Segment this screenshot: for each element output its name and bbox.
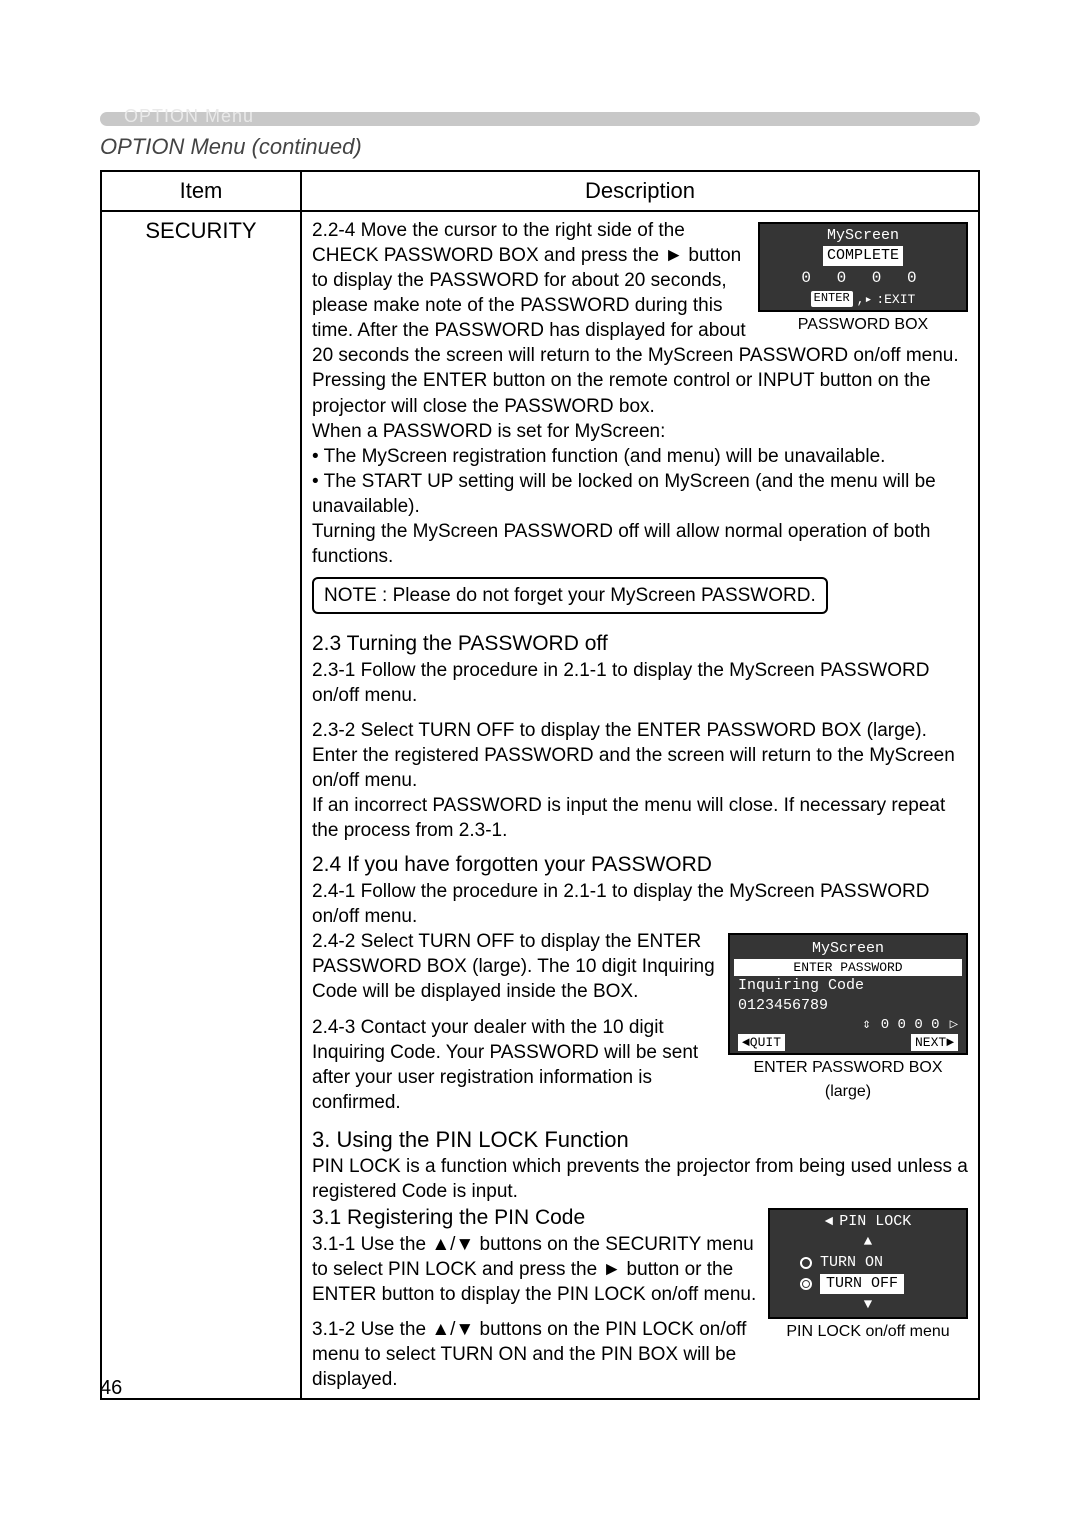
page-number: 46: [100, 1377, 122, 1400]
up-icon: ▲: [864, 1234, 872, 1250]
section-title: OPTION Menu (continued): [100, 134, 980, 160]
enter-box-cursor: ⇕ 0 0 0 0 ▷: [734, 1016, 962, 1034]
step-241: 2.4-1 Follow the procedure in 2.1-1 to d…: [312, 879, 968, 929]
step-224-bullet2: • The START UP setting will be locked on…: [312, 469, 968, 519]
password-box-complete: COMPLETE: [823, 246, 903, 266]
heading-3: 3. Using the PIN LOCK Function: [312, 1125, 968, 1154]
s3-intro: PIN LOCK is a function which prevents th…: [312, 1154, 968, 1204]
quit-label: ◄QUIT: [738, 1034, 785, 1051]
section-tab: OPTION Menu: [100, 100, 980, 128]
enter-box-inq-label: Inquiring Code: [734, 976, 962, 996]
heading-24: 2.4 If you have forgotten your PASSWORD: [312, 851, 968, 879]
enter-password-box: MyScreen ENTER PASSWORD Inquiring Code 0…: [728, 933, 968, 1055]
down-icon: ▼: [864, 1297, 872, 1313]
enter-box-sub: ENTER PASSWORD: [734, 959, 962, 976]
left-icon: ◄: [825, 1213, 833, 1231]
updown-icon: ⇕: [862, 1016, 870, 1034]
pin-lock-box: ◄ PIN LOCK ▲ TURN ON TURN OFF ▼: [768, 1208, 968, 1319]
pin-on-label: TURN ON: [820, 1253, 883, 1273]
password-box-caption: PASSWORD BOX: [758, 314, 968, 335]
password-box-figure: MyScreen COMPLETE 0 0 0 0 ENTER ,▸ :EXIT…: [758, 222, 968, 335]
enter-box-caption2: (large): [728, 1081, 968, 1102]
step-232a: 2.3-2 Select TURN OFF to display the ENT…: [312, 718, 968, 793]
password-box-digits: 0 0 0 0: [766, 268, 960, 289]
radio-off-icon: [800, 1257, 812, 1269]
option-table: Item Description SECURITY MyScreen COMPL…: [100, 170, 980, 1400]
enter-box-title: MyScreen: [734, 939, 962, 959]
exit-label: :EXIT: [876, 291, 915, 308]
right-icon: ▷: [950, 1016, 958, 1034]
step-224-bullet1: • The MyScreen registration function (an…: [312, 444, 968, 469]
step-232b: If an incorrect PASSWORD is input the me…: [312, 793, 968, 843]
step-231: 2.3-1 Follow the procedure in 2.1-1 to d…: [312, 658, 968, 708]
step-224-body4: Turning the MyScreen PASSWORD off will a…: [312, 519, 968, 569]
step-224-body2: Pressing the ENTER button on the remote …: [312, 368, 968, 418]
pin-turn-on: TURN ON: [776, 1252, 960, 1274]
enter-box-digits: 0 0 0 0: [881, 1016, 940, 1034]
heading-23: 2.3 Turning the PASSWORD off: [312, 630, 968, 658]
password-box: MyScreen COMPLETE 0 0 0 0 ENTER ,▸ :EXIT: [758, 222, 968, 312]
pin-box-caption: PIN LOCK on/off menu: [768, 1321, 968, 1342]
col-head-desc: Description: [301, 171, 979, 211]
description-cell: MyScreen COMPLETE 0 0 0 0 ENTER ,▸ :EXIT…: [301, 211, 979, 1399]
enter-box-code: 0123456789: [734, 996, 962, 1016]
col-head-item: Item: [101, 171, 301, 211]
note-box: NOTE : Please do not forget your MyScree…: [312, 577, 828, 614]
enter-box-caption1: ENTER PASSWORD BOX: [728, 1057, 968, 1078]
play-icon: ,▸: [857, 291, 873, 308]
pin-off-label: TURN OFF: [820, 1274, 904, 1294]
radio-on-icon: [800, 1278, 812, 1290]
step-224-body3: When a PASSWORD is set for MyScreen:: [312, 419, 968, 444]
pin-lock-figure: ◄ PIN LOCK ▲ TURN ON TURN OFF ▼: [768, 1208, 968, 1342]
enter-key-icon: ENTER: [811, 291, 853, 307]
pin-box-title: PIN LOCK: [839, 1212, 911, 1232]
step-224-lead: 2.2-4: [312, 220, 355, 241]
next-label: NEXT►: [911, 1034, 958, 1051]
enter-password-figure: MyScreen ENTER PASSWORD Inquiring Code 0…: [728, 933, 968, 1101]
tab-label: OPTION Menu: [124, 106, 254, 127]
pin-turn-off: TURN OFF: [776, 1273, 960, 1295]
password-box-title: MyScreen: [823, 226, 903, 246]
item-cell: SECURITY: [101, 211, 301, 1399]
